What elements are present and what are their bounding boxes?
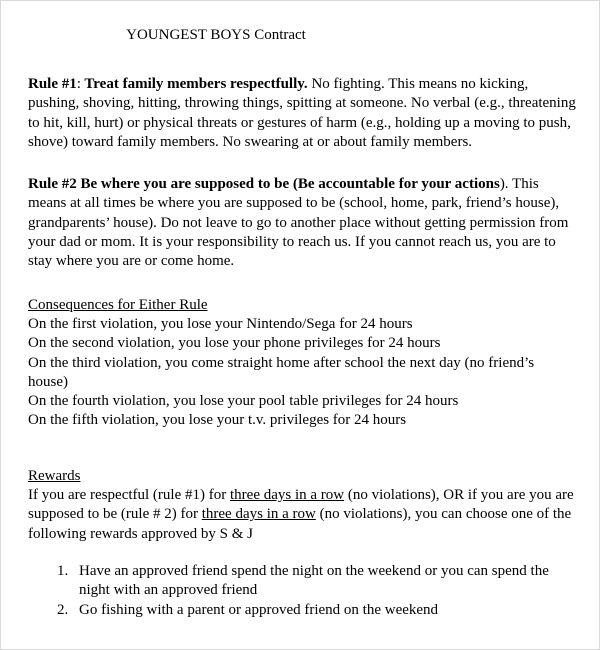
list-item: Go fishing with a parent or approved fri… — [72, 601, 576, 620]
rule-1-label: Rule #1 — [28, 76, 77, 92]
consequence-item: On the fifth violation, you lose your t.… — [28, 412, 407, 429]
rewards-heading: Rewards — [28, 467, 81, 484]
consequence-item: On the fourth violation, you lose your p… — [28, 393, 459, 410]
consequence-item: On the second violation, you lose your p… — [28, 335, 441, 352]
rewards-emphasis-1: three days in a row — [230, 487, 345, 504]
document-page: YOUNGEST BOYS Contract Rule #1: Treat fa… — [0, 0, 600, 650]
rule-1-heading: Treat family members respectfully. — [80, 76, 308, 92]
rewards-paragraph: If you are respectful (rule #1) for thre… — [28, 486, 576, 544]
list-item: Have an approved friend spend the night … — [72, 562, 576, 601]
rewards-list: Have an approved friend spend the night … — [28, 562, 576, 620]
consequence-item: On the third violation, you come straigh… — [28, 354, 535, 390]
rewards-text-part-1: If you are respectful (rule #1) for — [28, 487, 230, 504]
document-content: YOUNGEST BOYS Contract Rule #1: Treat fa… — [28, 1, 576, 620]
consequences-section: Consequences for Either Rule On the firs… — [28, 296, 576, 431]
consequences-heading: Consequences for Either Rule — [28, 296, 208, 313]
rule-1-paragraph: Rule #1: Treat family members respectful… — [28, 75, 576, 152]
rule-2-paragraph: Rule #2 Be where you are supposed to be … — [28, 175, 576, 271]
page-title: YOUNGEST BOYS Contract — [126, 27, 306, 43]
rewards-emphasis-2: three days in a row — [201, 506, 316, 523]
rewards-section: Rewards If you are respectful (rule #1) … — [28, 467, 576, 544]
rule-2-label: Rule #2 — [28, 176, 77, 193]
consequence-item: On the first violation, you lose your Ni… — [28, 315, 413, 332]
rule-2-heading: Be where you are supposed to be (Be acco… — [76, 176, 500, 193]
